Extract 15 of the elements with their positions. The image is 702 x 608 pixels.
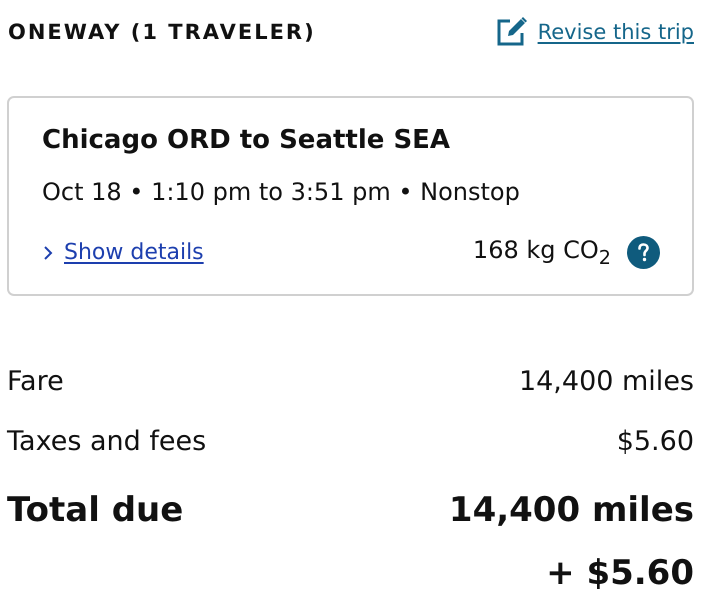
price-label: Taxes and fees: [7, 425, 206, 459]
total-label: Total due: [7, 489, 184, 532]
price-amount: 14,400 miles: [518, 365, 694, 399]
help-icon[interactable]: [627, 236, 660, 269]
price-label: Fare: [7, 365, 64, 399]
price-amount: $5.60: [616, 425, 694, 459]
emissions-text: 168 kg CO$_{2}$: [472, 236, 611, 269]
total-amount: 14,400 miles: [448, 489, 694, 532]
trip-type-heading: ONEWAY (1 TRAVELER): [8, 20, 316, 44]
total-amount: + $5.60: [546, 552, 694, 595]
edit-icon: [496, 17, 528, 47]
route-title: Chicago ORD to Seattle SEA: [42, 124, 452, 157]
show-details-link[interactable]: Show details: [42, 240, 204, 265]
revise-trip-link[interactable]: Revise this trip: [496, 17, 694, 47]
flight-schedule: Oct 18 • 1:10 pm to 3:51 pm • Nonstop: [42, 177, 521, 207]
